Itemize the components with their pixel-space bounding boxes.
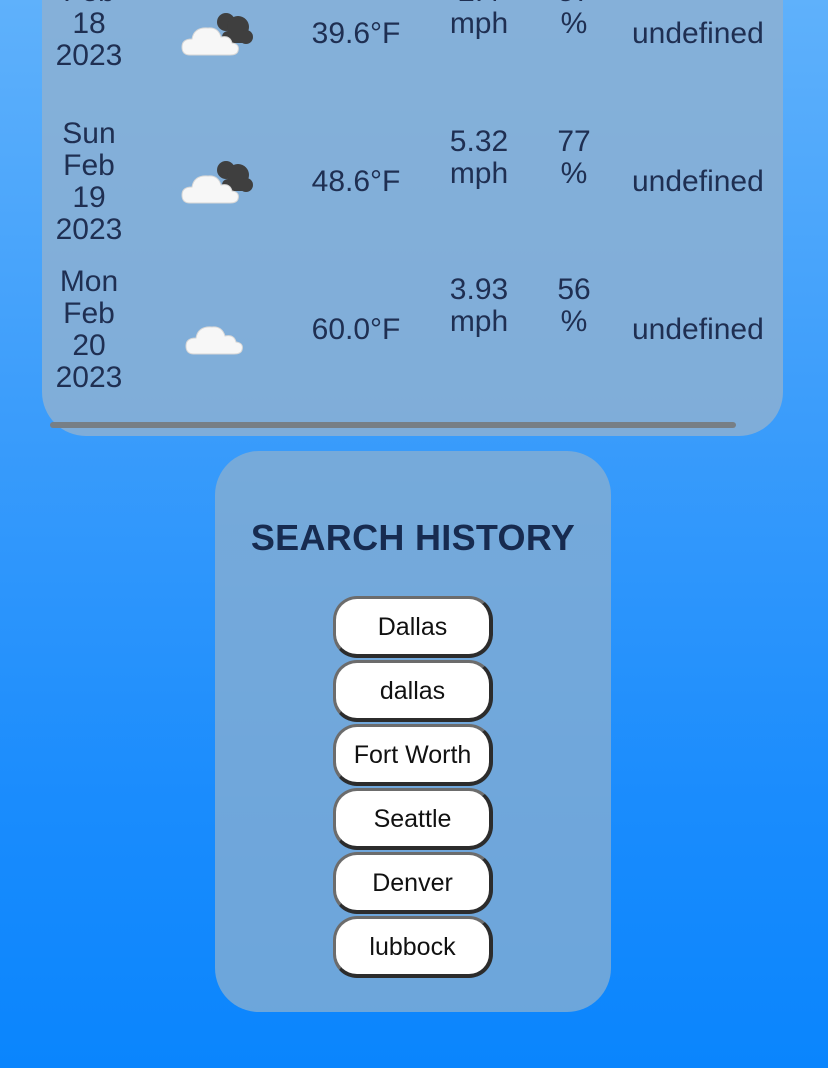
- wind-value: 5.32: [449, 125, 509, 158]
- date-line: 2023: [55, 39, 123, 72]
- humidity-unit: %: [560, 7, 588, 40]
- forecast-temperature: 39.6°F: [311, 17, 401, 50]
- wind-unit: mph: [449, 157, 509, 190]
- wind-unit: mph: [449, 305, 509, 338]
- forecast-humidity: 77 %: [544, 126, 604, 190]
- date-line: 2023: [55, 213, 123, 246]
- forecast-wind: 5.32 mph: [438, 126, 520, 190]
- forecast-date: Sun Feb 19 2023: [42, 118, 136, 246]
- forecast-temperature: 48.6°F: [311, 165, 401, 198]
- humidity-value: 56: [557, 273, 591, 306]
- history-button-seattle[interactable]: Seattle: [333, 788, 493, 850]
- date-line: 2023: [55, 361, 123, 394]
- history-button-lubbock[interactable]: lubbock: [333, 916, 493, 978]
- history-button-denver[interactable]: Denver: [333, 852, 493, 914]
- forecast-uv: undefined: [632, 17, 764, 50]
- date-line: 19: [72, 181, 106, 214]
- date-line: Feb: [63, 297, 115, 330]
- history-button-dallas-lowercase[interactable]: dallas: [333, 660, 493, 722]
- humidity-unit: %: [560, 157, 588, 190]
- horizontal-scrollbar[interactable]: [50, 422, 736, 428]
- forecast-humidity: 57 %: [544, 0, 604, 40]
- humidity-value: 77: [557, 125, 591, 158]
- date-line: Feb: [63, 149, 115, 182]
- history-button-fort-worth[interactable]: Fort Worth: [333, 724, 493, 786]
- date-line: Sun: [62, 117, 116, 150]
- search-history-title: SEARCH HISTORY: [250, 517, 576, 558]
- forecast-uv: undefined: [632, 313, 764, 346]
- search-history-list: Dallas dallas Fort Worth Seattle Denver …: [333, 596, 493, 980]
- forecast-date: Mon Feb 20 2023: [42, 266, 136, 394]
- humidity-unit: %: [560, 305, 588, 338]
- forecast-uv: undefined: [632, 165, 764, 198]
- cloud-icon: [180, 304, 256, 360]
- partly-cloudy-dark-icon: [180, 7, 256, 63]
- forecast-wind: 3.93 mph: [438, 274, 520, 338]
- date-line: Mon: [59, 265, 119, 298]
- forecast-humidity: 56 %: [544, 274, 604, 338]
- wind-unit: mph: [449, 7, 509, 40]
- wind-value: 3.93: [449, 273, 509, 306]
- date-line: 18: [72, 7, 106, 40]
- history-button-dallas[interactable]: Dallas: [333, 596, 493, 658]
- forecast-date: Feb 18 2023: [42, 0, 136, 72]
- search-history-card: SEARCH HISTORY Dallas dallas Fort Worth …: [215, 451, 611, 1012]
- forecast-wind: 2.4 mph: [438, 0, 520, 40]
- forecast-temperature: 60.0°F: [311, 313, 401, 346]
- partly-cloudy-dark-icon: [180, 155, 256, 211]
- forecast-card: Feb 18 2023 39.6°F 2.4 mph 57: [42, 0, 783, 436]
- date-line: 20: [72, 329, 106, 362]
